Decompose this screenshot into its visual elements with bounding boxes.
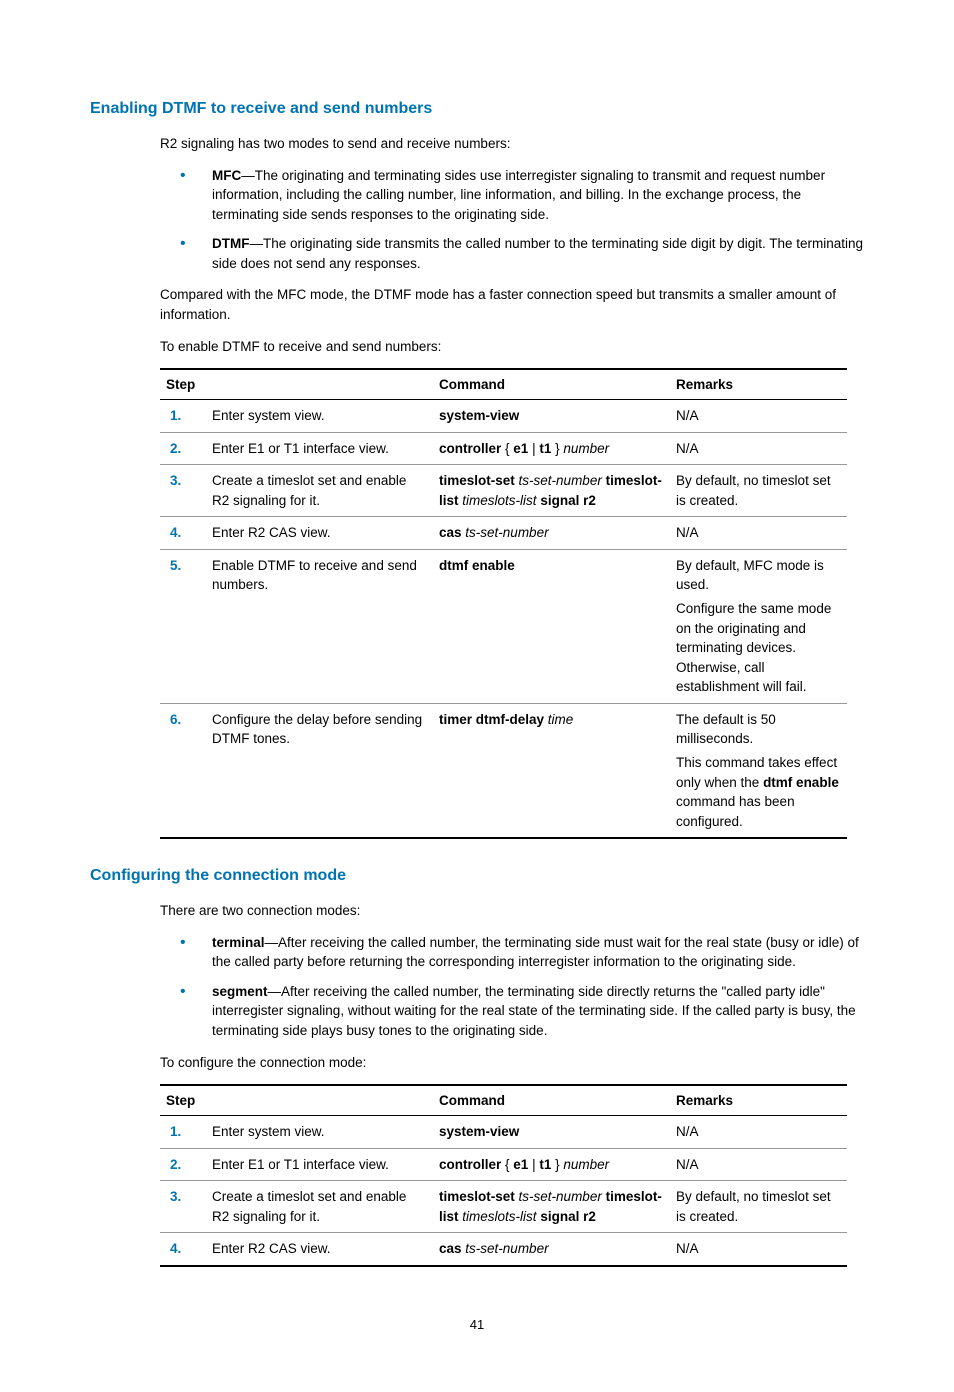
step-text: Enter R2 CAS view. — [206, 517, 433, 550]
cmd-cell: controller { e1 | t1 } number — [433, 432, 670, 465]
cmd-cell: system-view — [433, 1116, 670, 1149]
th-remarks: Remarks — [670, 1085, 847, 1116]
table-row: 2. Enter E1 or T1 interface view. contro… — [160, 1148, 847, 1181]
intro-text-2: There are two connection modes: — [160, 901, 864, 921]
list-item: segment—After receiving the called numbe… — [160, 982, 864, 1041]
rem-cell: N/A — [670, 432, 847, 465]
bullet-label: terminal — [212, 935, 265, 950]
th-command: Command — [433, 1085, 670, 1116]
list-item: MFC—The originating and terminating side… — [160, 166, 864, 225]
step-text: Configure the delay before sending DTMF … — [206, 703, 433, 838]
step-text: Enter system view. — [206, 1116, 433, 1149]
bullet-label: MFC — [212, 168, 241, 183]
step-number: 4. — [160, 517, 206, 550]
section-heading-connection: Configuring the connection mode — [90, 867, 864, 885]
list-item: DTMF—The originating side transmits the … — [160, 234, 864, 273]
step-number: 6. — [160, 703, 206, 838]
th-step: Step — [160, 369, 433, 400]
table-row: 1. Enter system view. system-view N/A — [160, 400, 847, 433]
step-text: Enter R2 CAS view. — [206, 1233, 433, 1266]
th-command: Command — [433, 369, 670, 400]
rem-cell: By default, MFC mode is used. Configure … — [670, 549, 847, 703]
table-row: 3. Create a timeslot set and enable R2 s… — [160, 465, 847, 517]
page-number: 41 — [90, 1317, 864, 1332]
step-number: 1. — [160, 400, 206, 433]
compare-text: Compared with the MFC mode, the DTMF mod… — [160, 285, 864, 324]
rem-cell: By default, no timeslot set is created. — [670, 465, 847, 517]
th-step: Step — [160, 1085, 433, 1116]
rem-cell: N/A — [670, 517, 847, 550]
lead-text-2: To configure the connection mode: — [160, 1053, 864, 1073]
cmd-cell: controller { e1 | t1 } number — [433, 1148, 670, 1181]
table-row: 5. Enable DTMF to receive and send numbe… — [160, 549, 847, 703]
step-number: 3. — [160, 1181, 206, 1233]
step-text: Enter E1 or T1 interface view. — [206, 1148, 433, 1181]
list-item: terminal—After receiving the called numb… — [160, 933, 864, 972]
step-text: Enable DTMF to receive and send numbers. — [206, 549, 433, 703]
step-text: Enter system view. — [206, 400, 433, 433]
step-text: Enter E1 or T1 interface view. — [206, 432, 433, 465]
step-text: Create a timeslot set and enable R2 sign… — [206, 465, 433, 517]
cmd-cell: cas ts-set-number — [433, 1233, 670, 1266]
cmd-cell: timeslot-set ts-set-number timeslot-list… — [433, 1181, 670, 1233]
cmd-cell: system-view — [433, 400, 670, 433]
table-row: 6. Configure the delay before sending DT… — [160, 703, 847, 838]
dtmf-steps-table: Step Command Remarks 1. Enter system vie… — [160, 368, 847, 839]
table-row: 4. Enter R2 CAS view. cas ts-set-number … — [160, 517, 847, 550]
step-number: 5. — [160, 549, 206, 703]
table-row: 2. Enter E1 or T1 interface view. contro… — [160, 432, 847, 465]
step-text: Create a timeslot set and enable R2 sign… — [206, 1181, 433, 1233]
table-row: 4. Enter R2 CAS view. cas ts-set-number … — [160, 1233, 847, 1266]
bullet-label: DTMF — [212, 236, 250, 251]
bullet-text: —The originating and terminating sides u… — [212, 168, 825, 222]
rem-cell: N/A — [670, 1233, 847, 1266]
page: Enabling DTMF to receive and send number… — [0, 0, 954, 1392]
bullet-label: segment — [212, 984, 268, 999]
cmd-cell: timer dtmf-delay time — [433, 703, 670, 838]
cmd-cell: timeslot-set ts-set-number timeslot-list… — [433, 465, 670, 517]
rem-cell: N/A — [670, 1148, 847, 1181]
step-number: 2. — [160, 1148, 206, 1181]
intro-text: R2 signaling has two modes to send and r… — [160, 134, 864, 154]
step-number: 4. — [160, 1233, 206, 1266]
step-number: 3. — [160, 465, 206, 517]
table-row: 1. Enter system view. system-view N/A — [160, 1116, 847, 1149]
bullet-text: —After receiving the called number, the … — [212, 984, 856, 1038]
rem-cell: N/A — [670, 1116, 847, 1149]
connection-steps-table: Step Command Remarks 1. Enter system vie… — [160, 1084, 847, 1267]
cmd-cell: cas ts-set-number — [433, 517, 670, 550]
cmd-cell: dtmf enable — [433, 549, 670, 703]
th-remarks: Remarks — [670, 369, 847, 400]
rem-cell: The default is 50 milliseconds. This com… — [670, 703, 847, 838]
table-row: 3. Create a timeslot set and enable R2 s… — [160, 1181, 847, 1233]
bullet-text: —The originating side transmits the call… — [212, 236, 863, 271]
step-number: 2. — [160, 432, 206, 465]
rem-cell: N/A — [670, 400, 847, 433]
lead-text: To enable DTMF to receive and send numbe… — [160, 337, 864, 357]
bullet-list-1: MFC—The originating and terminating side… — [160, 166, 864, 274]
rem-cell: By default, no timeslot set is created. — [670, 1181, 847, 1233]
section-heading-dtmf: Enabling DTMF to receive and send number… — [90, 100, 864, 118]
bullet-text: —After receiving the called number, the … — [212, 935, 859, 970]
bullet-list-2: terminal—After receiving the called numb… — [160, 933, 864, 1041]
step-number: 1. — [160, 1116, 206, 1149]
